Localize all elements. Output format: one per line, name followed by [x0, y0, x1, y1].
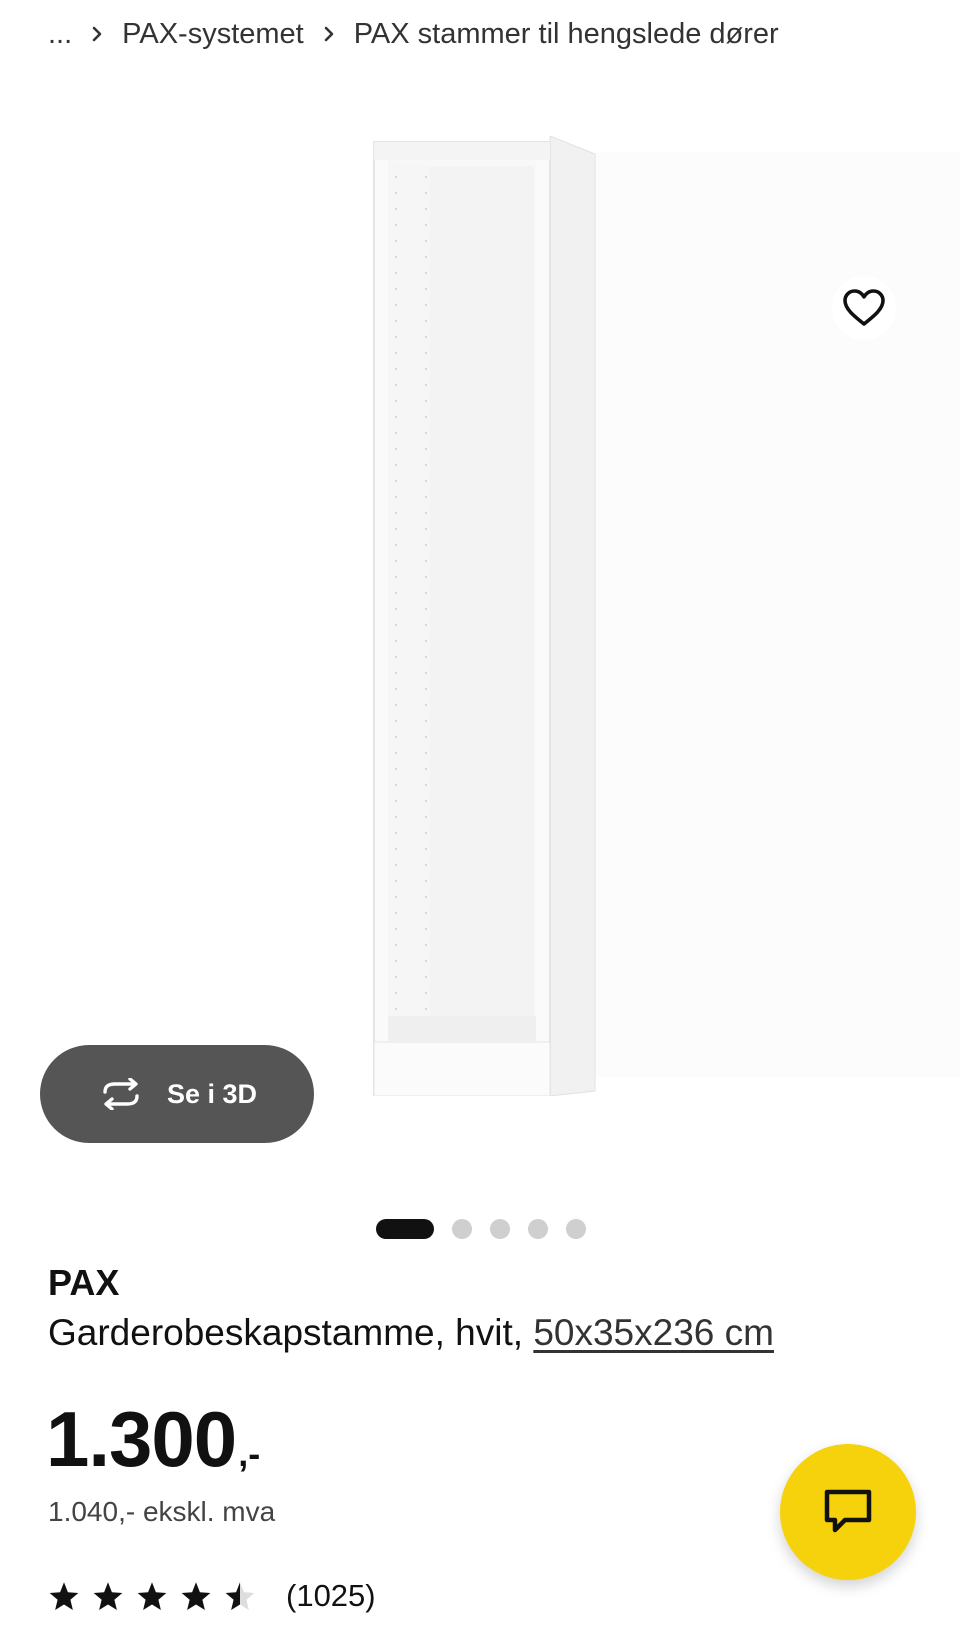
price-suffix: ,-: [238, 1433, 261, 1474]
see-in-3d-button[interactable]: Se i 3D: [40, 1045, 314, 1143]
gallery-dot-4[interactable]: [528, 1219, 548, 1239]
chevron-right-icon: [322, 25, 336, 43]
breadcrumb-item-pax-stammer[interactable]: PAX stammer til hengslede dører: [354, 18, 779, 51]
product-price: 1.300 ,-: [46, 1394, 260, 1485]
product-description-text: Garderobeskapstamme, hvit,: [48, 1312, 524, 1353]
chat-icon: [824, 1489, 872, 1533]
gallery-pagination: [376, 1218, 586, 1240]
product-rating[interactable]: (1025): [48, 1574, 376, 1618]
price-amount: 1.300: [46, 1395, 237, 1483]
price-excl-vat: 1.040,- ekskl. mva: [48, 1496, 276, 1527]
half-star-icon: [225, 1582, 255, 1610]
star-icon: [137, 1582, 167, 1610]
image-background: [560, 152, 960, 1077]
star-icon: [49, 1582, 79, 1610]
see-in-3d-label: Se i 3D: [166, 1078, 258, 1109]
star-icon: [93, 1582, 123, 1610]
product-brand: PAX: [48, 1262, 120, 1303]
gallery-dot-2[interactable]: [452, 1219, 472, 1239]
gallery-dot-5[interactable]: [566, 1219, 586, 1239]
product-size-link[interactable]: 50x35x236 cm: [533, 1312, 774, 1353]
chevron-right-icon: [90, 25, 104, 43]
product-image: [373, 136, 596, 1096]
rating-stars: [48, 1581, 256, 1611]
breadcrumb-ellipsis[interactable]: ...: [48, 18, 72, 51]
product-image-gallery[interactable]: Se i 3D: [0, 100, 960, 1239]
heart-icon: [843, 289, 885, 326]
chat-button[interactable]: [780, 1444, 916, 1580]
breadcrumb: ... PAX-systemet PAX stammer til hengsle…: [48, 14, 779, 54]
breadcrumb-item-pax-systemet[interactable]: PAX-systemet: [122, 18, 304, 51]
gallery-dot-1[interactable]: [376, 1219, 434, 1239]
review-count: (1025): [286, 1578, 376, 1613]
gallery-dot-3[interactable]: [490, 1219, 510, 1239]
rotate-3d-icon: [103, 1078, 139, 1110]
product-description: Garderobeskapstamme, hvit, 50x35x236 cm: [48, 1312, 774, 1354]
star-icon: [181, 1582, 211, 1610]
favorite-button[interactable]: [832, 276, 896, 340]
